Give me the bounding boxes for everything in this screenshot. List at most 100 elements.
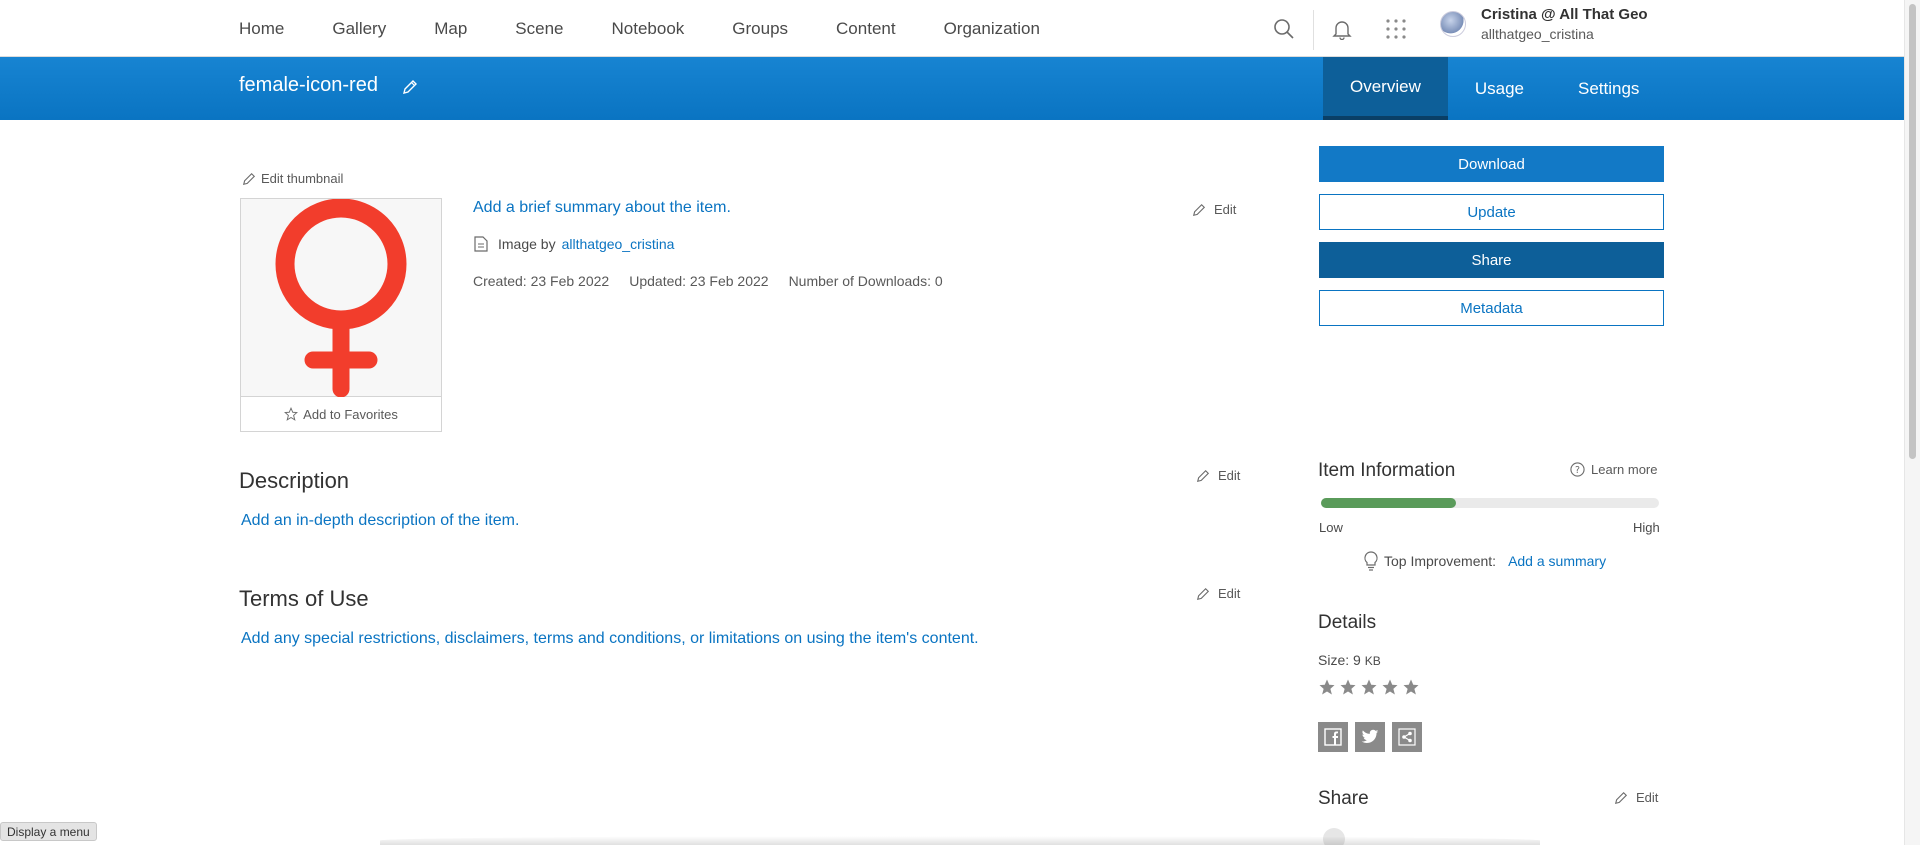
search-icon	[1274, 18, 1294, 39]
display-menu-tooltip: Display a menu	[0, 822, 97, 841]
edit-label: Edit	[1218, 586, 1241, 601]
update-button[interactable]: Update	[1319, 194, 1664, 230]
nav-home[interactable]: Home	[239, 19, 284, 39]
main-nav: Home Gallery Map Scene Notebook Groups C…	[239, 0, 1088, 57]
nav-scene[interactable]: Scene	[515, 19, 563, 39]
user-username: allthatgeo_cristina	[1481, 26, 1594, 42]
document-icon	[474, 236, 488, 252]
page-scrollbar[interactable]	[1904, 0, 1920, 845]
share-link-icon	[1398, 728, 1416, 746]
metadata-button[interactable]: Metadata	[1319, 290, 1664, 326]
favorites-label: Add to Favorites	[303, 406, 398, 422]
svg-text:?: ?	[1575, 465, 1580, 476]
created-date: Created: 23 Feb 2022	[473, 273, 610, 289]
edit-thumbnail-button[interactable]: Edit thumbnail	[242, 171, 343, 186]
nav-map[interactable]: Map	[434, 19, 467, 39]
rating-stars	[1318, 678, 1423, 696]
item-information-meter	[1321, 498, 1659, 508]
item-thumbnail	[241, 198, 441, 398]
pencil-icon	[403, 80, 417, 94]
item-title: female-icon-red	[239, 74, 378, 96]
details-heading: Details	[1318, 612, 1377, 633]
nav-groups[interactable]: Groups	[732, 19, 788, 39]
top-improvement-label: Top Improvement:	[1384, 553, 1497, 569]
edit-thumbnail-label: Edit thumbnail	[261, 171, 344, 186]
help-circle-icon: ?	[1570, 462, 1585, 477]
edit-label: Edit	[1636, 790, 1659, 805]
meter-high-label: High	[1633, 520, 1660, 535]
nav-notebook[interactable]: Notebook	[612, 19, 685, 39]
pencil-icon	[242, 172, 256, 185]
learn-more-label: Learn more	[1591, 462, 1658, 477]
add-terms-link[interactable]: Add any special restrictions, disclaimer…	[241, 630, 979, 648]
facebook-icon	[1324, 728, 1342, 746]
learn-more-link[interactable]: ? Learn more	[1570, 462, 1657, 477]
user-menu[interactable]: Cristina @ All That Geo allthatgeo_crist…	[1440, 6, 1648, 42]
add-description-link[interactable]: Add an in-depth description of the item.	[241, 512, 519, 530]
edit-label: Edit	[1218, 468, 1241, 483]
thumbnail-card: Add to Favorites	[240, 198, 442, 432]
description-heading: Description	[239, 468, 350, 493]
top-navigation-bar: Home Gallery Map Scene Notebook Groups C…	[0, 0, 1904, 57]
item-information-meter-fill	[1321, 498, 1457, 508]
avatar	[1440, 11, 1466, 37]
user-display-name: Cristina @ All That Geo	[1481, 6, 1648, 23]
item-dates: Created: 23 Feb 2022 Updated: 23 Feb 202…	[473, 273, 963, 289]
item-header: female-icon-red Overview Usage Settings	[0, 57, 1904, 120]
share-button[interactable]: Share	[1319, 242, 1664, 278]
app-launcher-button[interactable]	[1368, 0, 1424, 57]
updated-date: Updated: 23 Feb 2022	[629, 273, 769, 289]
star-icon[interactable]	[1402, 678, 1420, 696]
facebook-share-button[interactable]	[1318, 722, 1348, 752]
bell-icon	[1332, 20, 1352, 40]
star-outline-icon	[284, 407, 299, 421]
edit-summary-button[interactable]: Edit	[1192, 202, 1236, 217]
owner-link[interactable]: allthatgeo_cristina	[562, 236, 675, 252]
star-icon[interactable]	[1360, 678, 1378, 696]
edit-share-button[interactable]: Edit	[1614, 790, 1658, 805]
star-icon[interactable]	[1381, 678, 1399, 696]
app-launcher-icon	[1386, 18, 1406, 39]
item-size: Size: 9 KB	[1318, 652, 1381, 668]
item-type-label: Image by	[498, 236, 556, 252]
tab-overview[interactable]: Overview	[1323, 57, 1448, 120]
share-heading: Share	[1318, 788, 1369, 809]
edit-label: Edit	[1214, 202, 1237, 217]
download-count: Number of Downloads: 0	[788, 273, 943, 289]
nav-gallery[interactable]: Gallery	[332, 19, 386, 39]
size-value: Size: 9	[1318, 652, 1361, 668]
terms-heading: Terms of Use	[239, 586, 369, 611]
item-tabs: Overview Usage Settings	[1323, 57, 1666, 120]
add-summary-link[interactable]: Add a brief summary about the item.	[473, 199, 731, 217]
star-icon[interactable]	[1318, 678, 1336, 696]
twitter-icon	[1361, 729, 1379, 743]
pencil-icon	[1196, 469, 1210, 482]
add-summary-improvement-link[interactable]: Add a summary	[1508, 553, 1606, 569]
social-share-buttons	[1318, 722, 1429, 752]
pencil-icon	[1196, 587, 1210, 600]
scrollbar-thumb[interactable]	[1909, 4, 1916, 459]
edit-description-button[interactable]: Edit	[1196, 468, 1240, 483]
tab-usage[interactable]: Usage	[1448, 57, 1551, 120]
user-info: Cristina @ All That Geo allthatgeo_crist…	[1481, 6, 1648, 42]
download-button[interactable]: Download	[1319, 146, 1664, 182]
tab-settings[interactable]: Settings	[1551, 57, 1666, 120]
nav-content[interactable]: Content	[836, 19, 896, 39]
item-information-heading: Item Information	[1318, 460, 1456, 481]
star-icon[interactable]	[1339, 678, 1357, 696]
pencil-icon	[1614, 791, 1628, 804]
add-to-favorites-button[interactable]: Add to Favorites	[241, 397, 441, 431]
meter-low-label: Low	[1319, 520, 1343, 535]
search-button[interactable]	[1256, 0, 1312, 57]
twitter-share-button[interactable]	[1355, 722, 1385, 752]
notifications-button[interactable]	[1314, 0, 1370, 57]
edit-terms-button[interactable]: Edit	[1196, 586, 1240, 601]
item-type-line: Image by allthatgeo_cristina	[474, 236, 674, 252]
nav-organization[interactable]: Organization	[944, 19, 1040, 39]
top-improvement: Top Improvement: Add a summary	[1364, 551, 1606, 571]
edit-title-button[interactable]	[402, 79, 418, 100]
bottom-shadow	[380, 836, 1540, 845]
size-unit: KB	[1364, 654, 1381, 668]
pencil-icon	[1192, 203, 1206, 216]
copy-link-share-button[interactable]	[1392, 722, 1422, 752]
